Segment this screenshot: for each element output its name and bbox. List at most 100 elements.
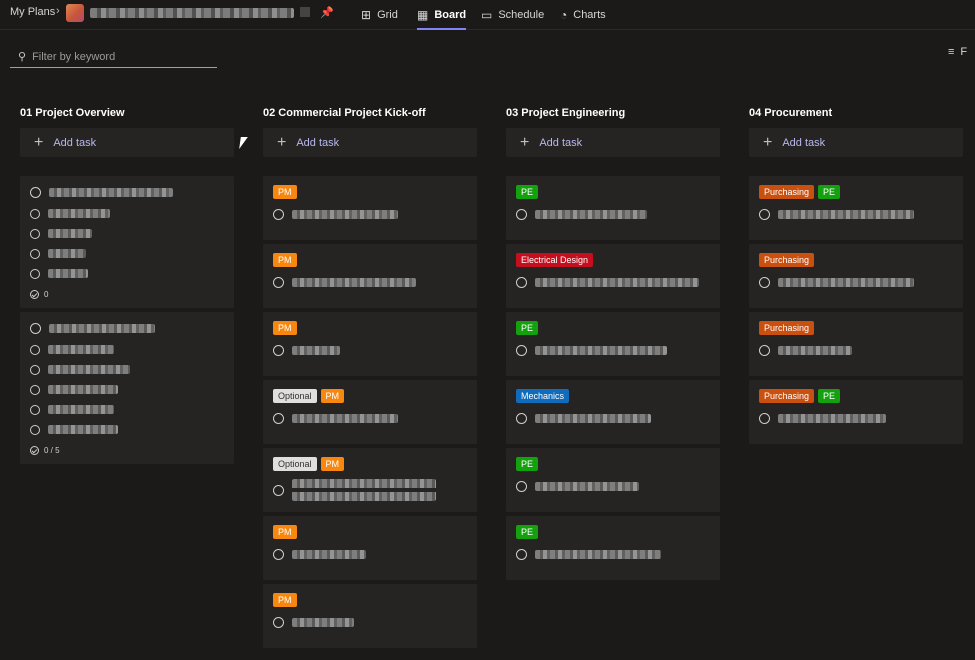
task-title-redacted[interactable] bbox=[778, 414, 886, 423]
task-card[interactable]: Optional PM bbox=[263, 380, 477, 444]
add-task-button[interactable]: + Add task bbox=[263, 128, 477, 157]
checklist-item-checkbox[interactable] bbox=[30, 384, 40, 395]
checklist-item-checkbox[interactable] bbox=[30, 208, 40, 219]
checklist-item-checkbox[interactable] bbox=[30, 344, 40, 355]
task-card[interactable]: PM bbox=[263, 516, 477, 580]
grid-icon: ⊞ bbox=[361, 8, 372, 22]
complete-task-checkbox[interactable] bbox=[30, 323, 41, 334]
task-card[interactable]: PM bbox=[263, 584, 477, 648]
task-card[interactable]: PM bbox=[263, 244, 477, 308]
task-title-redacted[interactable] bbox=[535, 482, 639, 491]
task-card[interactable]: Electrical Design bbox=[506, 244, 720, 308]
complete-task-checkbox[interactable] bbox=[516, 413, 527, 424]
checklist-item-checkbox[interactable] bbox=[30, 248, 40, 259]
task-card[interactable]: 0 bbox=[20, 176, 234, 308]
task-title-redacted[interactable] bbox=[292, 414, 398, 423]
plan-name-redacted[interactable] bbox=[90, 8, 294, 18]
checklist-item bbox=[30, 382, 224, 397]
breadcrumb-my-plans[interactable]: My Plans bbox=[10, 6, 55, 18]
checklist-item bbox=[30, 206, 224, 221]
task-title-redacted[interactable] bbox=[292, 618, 354, 627]
chart-icon: ◔ bbox=[560, 8, 568, 22]
task-card[interactable]: PE bbox=[506, 516, 720, 580]
label-badge: PM bbox=[320, 457, 345, 471]
task-card[interactable]: Purchasing bbox=[749, 244, 963, 308]
complete-task-checkbox[interactable] bbox=[273, 277, 284, 288]
checklist-item-checkbox[interactable] bbox=[30, 424, 40, 435]
add-task-button[interactable]: + Add task bbox=[749, 128, 963, 157]
task-card[interactable]: Purchasing bbox=[749, 312, 963, 376]
label-badge: Optional bbox=[273, 389, 317, 403]
task-title-redacted[interactable] bbox=[292, 479, 436, 501]
complete-task-checkbox[interactable] bbox=[759, 277, 770, 288]
tab-label: Board bbox=[434, 9, 467, 21]
checklist-item bbox=[30, 422, 224, 437]
bucket-title[interactable]: 04 Procurement bbox=[749, 100, 963, 124]
checklist-item-checkbox[interactable] bbox=[30, 364, 40, 375]
bucket-column: 04 Procurement + Add task Purchasing PE Purch… bbox=[749, 100, 963, 444]
complete-task-checkbox[interactable] bbox=[273, 209, 284, 220]
complete-task-checkbox[interactable] bbox=[273, 413, 284, 424]
task-title-redacted[interactable] bbox=[292, 278, 416, 287]
task-title-redacted[interactable] bbox=[292, 210, 398, 219]
task-card[interactable]: Optional PM bbox=[263, 448, 477, 512]
complete-task-checkbox[interactable] bbox=[30, 187, 41, 198]
plus-icon: + bbox=[34, 133, 44, 151]
tab-grid[interactable]: ⊞ Grid bbox=[361, 0, 398, 30]
task-title-redacted[interactable] bbox=[778, 278, 914, 287]
task-card[interactable]: Mechanics bbox=[506, 380, 720, 444]
complete-task-checkbox[interactable] bbox=[516, 277, 527, 288]
add-task-button[interactable]: + Add task bbox=[20, 128, 234, 157]
task-card[interactable]: PE bbox=[506, 448, 720, 512]
pin-icon[interactable]: 📌 bbox=[320, 6, 334, 19]
tab-board[interactable]: ▦ Board bbox=[417, 0, 467, 30]
complete-task-checkbox[interactable] bbox=[516, 481, 527, 492]
complete-task-checkbox[interactable] bbox=[273, 484, 284, 496]
task-title-redacted[interactable] bbox=[778, 346, 852, 355]
checklist-item-checkbox[interactable] bbox=[30, 228, 40, 239]
complete-task-checkbox[interactable] bbox=[516, 345, 527, 356]
bucket-title[interactable]: 01 Project Overview bbox=[20, 100, 234, 124]
task-card[interactable]: Purchasing PE bbox=[749, 380, 963, 444]
task-title-redacted[interactable] bbox=[535, 210, 647, 219]
task-title-redacted[interactable] bbox=[49, 324, 155, 333]
complete-task-checkbox[interactable] bbox=[273, 549, 284, 560]
task-list: 0 0 / 5 bbox=[20, 176, 234, 464]
complete-task-checkbox[interactable] bbox=[516, 549, 527, 560]
task-card[interactable]: PE bbox=[506, 312, 720, 376]
task-title-redacted[interactable] bbox=[535, 346, 667, 355]
task-card[interactable]: PM bbox=[263, 176, 477, 240]
complete-task-checkbox[interactable] bbox=[759, 209, 770, 220]
complete-task-checkbox[interactable] bbox=[273, 617, 284, 628]
task-card[interactable]: PM bbox=[263, 312, 477, 376]
checklist-item-redacted bbox=[48, 385, 118, 394]
add-task-label: Add task bbox=[782, 136, 826, 149]
complete-task-checkbox[interactable] bbox=[516, 209, 527, 220]
task-title-redacted[interactable] bbox=[535, 278, 699, 287]
tab-charts[interactable]: ◔ Charts bbox=[560, 0, 606, 30]
task-card[interactable]: Purchasing PE bbox=[749, 176, 963, 240]
complete-task-checkbox[interactable] bbox=[759, 413, 770, 424]
checklist-item-checkbox[interactable] bbox=[30, 404, 40, 415]
task-title-redacted[interactable] bbox=[535, 414, 651, 423]
task-title-redacted[interactable] bbox=[49, 188, 173, 197]
task-title-redacted[interactable] bbox=[292, 550, 366, 559]
complete-task-checkbox[interactable] bbox=[273, 345, 284, 356]
filter-input[interactable] bbox=[32, 50, 203, 63]
task-card[interactable]: 0 / 5 bbox=[20, 312, 234, 464]
bucket-title[interactable]: 02 Commercial Project Kick-off bbox=[263, 100, 477, 124]
task-title-redacted[interactable] bbox=[535, 550, 661, 559]
label-badge: PE bbox=[516, 457, 539, 471]
tab-schedule[interactable]: ▭ Schedule bbox=[481, 0, 544, 30]
add-task-button[interactable]: + Add task bbox=[506, 128, 720, 157]
task-title-redacted[interactable] bbox=[292, 346, 340, 355]
bucket-title[interactable]: 03 Project Engineering bbox=[506, 100, 720, 124]
label-badge: Optional bbox=[273, 457, 317, 471]
checklist-item-checkbox[interactable] bbox=[30, 268, 40, 279]
label-badge: Mechanics bbox=[516, 389, 570, 403]
filter-button[interactable]: ≡ F bbox=[948, 46, 967, 58]
task-title-redacted[interactable] bbox=[778, 210, 914, 219]
checklist-item-redacted bbox=[48, 249, 86, 258]
task-card[interactable]: PE bbox=[506, 176, 720, 240]
complete-task-checkbox[interactable] bbox=[759, 345, 770, 356]
